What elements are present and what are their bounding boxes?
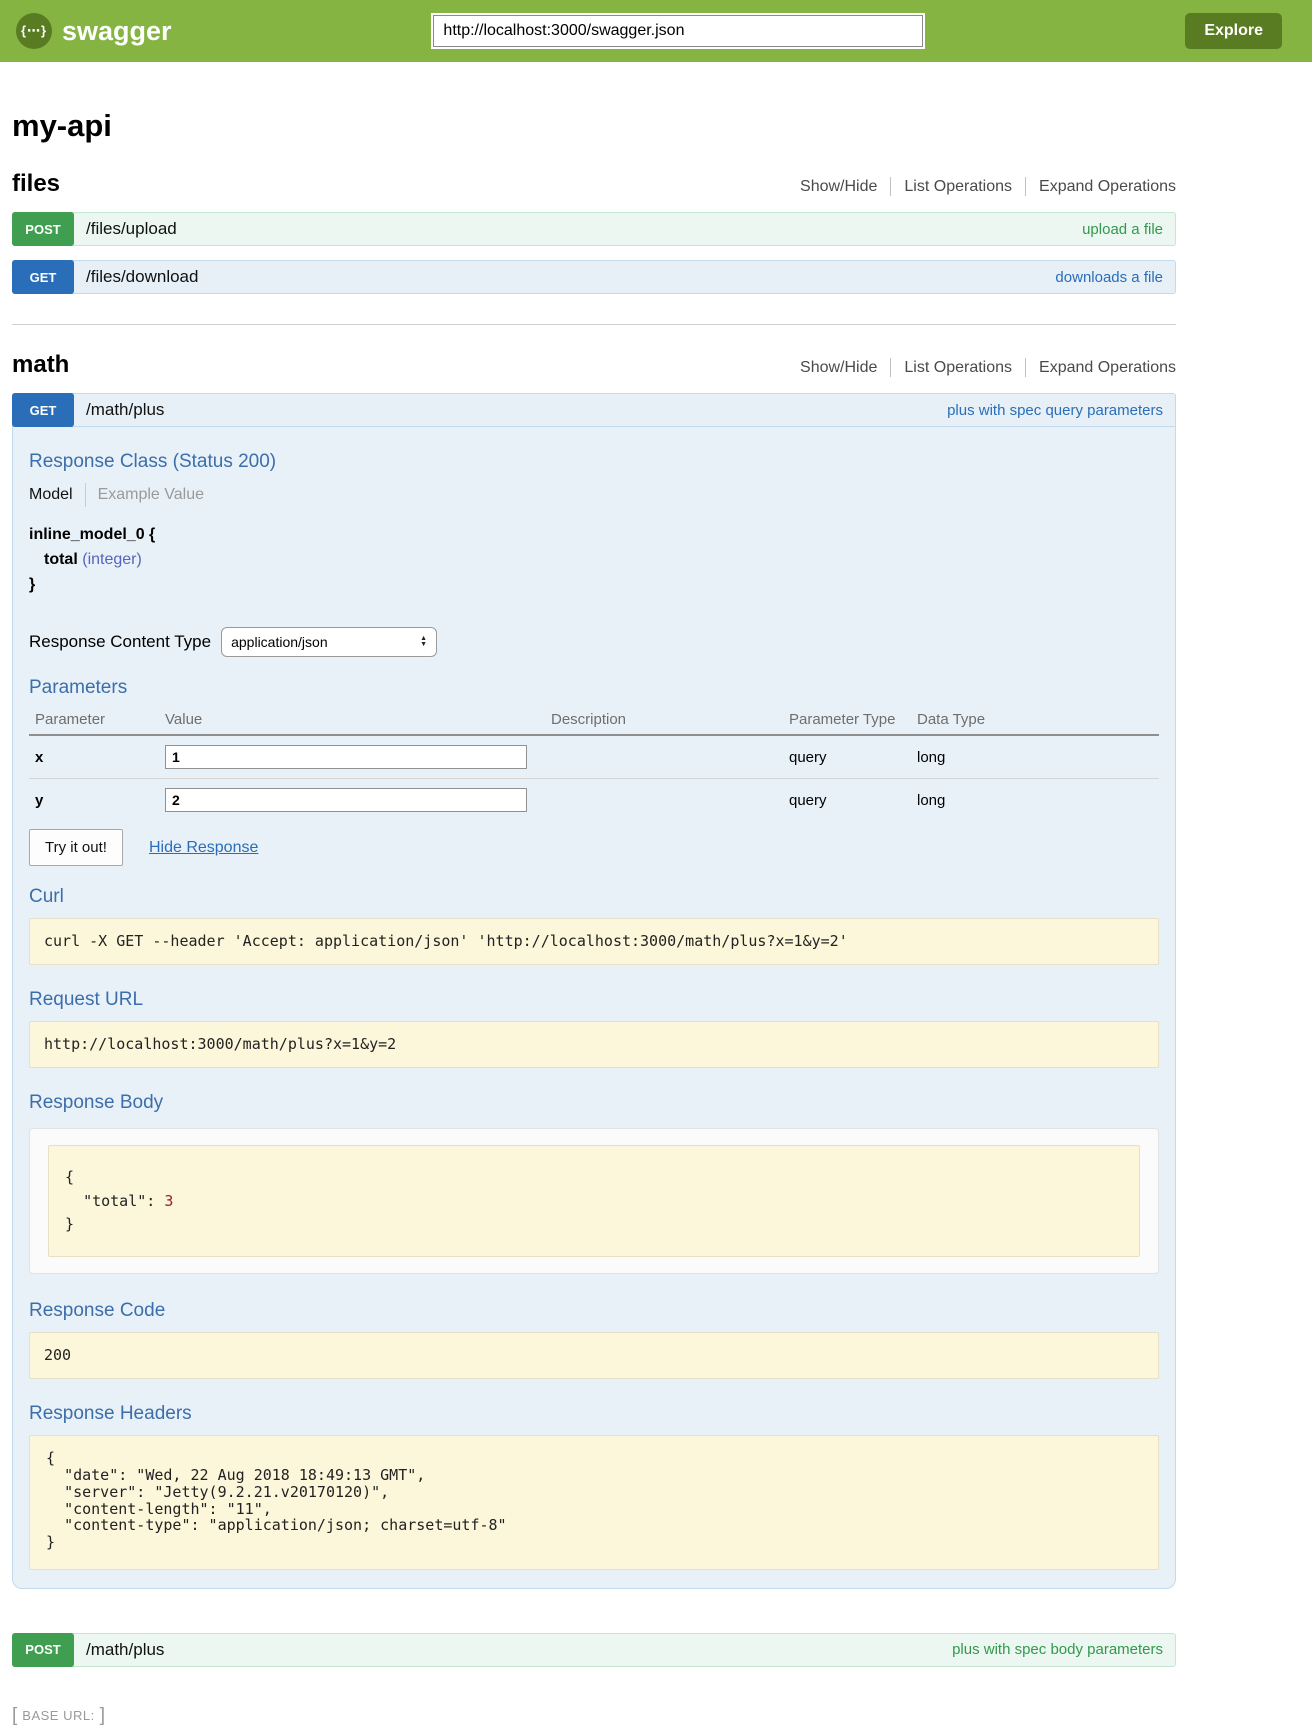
model-signature: inline_model_0 { total (integer) } [29, 523, 1159, 597]
response-body-code: { "total": 3 } [48, 1145, 1140, 1257]
get-method-badge: GET [12, 393, 74, 427]
model-close-brace: } [29, 573, 1159, 598]
math-expand-operations-link[interactable]: Expand Operations [1039, 359, 1176, 377]
property-type: (integer) [82, 551, 142, 568]
files-section-title: files [12, 170, 60, 198]
response-content-type-select[interactable]: application/json ▲▼ [221, 627, 437, 657]
col-parameter: Parameter [29, 703, 159, 735]
math-section-head: math Show/Hide List Operations Expand Op… [12, 351, 1176, 379]
parameter-y-input[interactable] [165, 788, 527, 812]
explore-button[interactable]: Explore [1185, 13, 1282, 49]
operation-detail-panel: Response Class (Status 200) Model Exampl… [12, 427, 1176, 1589]
request-url-heading: Request URL [29, 989, 1159, 1011]
selected-content-type: application/json [231, 634, 328, 650]
operation-row-post-math-plus[interactable]: POST /math/plus plus with spec body para… [12, 1633, 1176, 1667]
response-content-type-row: Response Content Type application/json ▲… [29, 627, 1159, 657]
table-row: x query long [29, 735, 1159, 779]
main-container: my-api files Show/Hide List Operations E… [12, 108, 1176, 1727]
parameters-heading: Parameters [29, 677, 1159, 699]
parameter-description [545, 735, 783, 779]
bracket-close: ] [100, 1705, 105, 1727]
tab-model[interactable]: Model [29, 486, 73, 504]
parameter-data-type: long [911, 735, 1159, 779]
operation-row-get-files-download[interactable]: GET /files/download downloads a file [12, 260, 1176, 294]
col-value: Value [159, 703, 545, 735]
response-body-number: 3 [164, 1192, 173, 1210]
parameter-name: x [29, 735, 159, 779]
response-body-wrap: { "total": 3 } [29, 1128, 1159, 1274]
operation-path: /math/plus [86, 400, 947, 420]
separator [890, 177, 891, 196]
spec-url-input[interactable] [433, 15, 923, 47]
model-property: total (integer) [29, 548, 1159, 573]
files-show-hide-link[interactable]: Show/Hide [800, 178, 877, 196]
response-headers-code: { "date": "Wed, 22 Aug 2018 18:49:13 GMT… [29, 1435, 1159, 1570]
topbar: {⋯} swagger Explore [0, 0, 1312, 62]
curl-command: curl -X GET --header 'Accept: applicatio… [29, 918, 1159, 965]
separator [85, 483, 86, 507]
parameter-type: query [783, 779, 911, 822]
parameter-data-type: long [911, 779, 1159, 822]
math-section-controls: Show/Hide List Operations Expand Operati… [800, 358, 1176, 379]
files-list-operations-link[interactable]: List Operations [904, 178, 1012, 196]
math-list-operations-link[interactable]: List Operations [904, 359, 1012, 377]
parameter-description [545, 779, 783, 822]
tab-example-value[interactable]: Example Value [98, 486, 204, 504]
operation-path: /files/download [86, 267, 1055, 287]
col-description: Description [545, 703, 783, 735]
bracket-open: [ [12, 1705, 17, 1727]
swagger-brand: {⋯} swagger [16, 13, 172, 49]
response-headers-heading: Response Headers [29, 1403, 1159, 1425]
operation-summary: upload a file [1082, 221, 1163, 238]
property-name: total [44, 551, 78, 568]
files-expand-operations-link[interactable]: Expand Operations [1039, 178, 1176, 196]
col-parameter-type: Parameter Type [783, 703, 911, 735]
base-url-label: BASE URL: [22, 1708, 94, 1723]
hide-response-link[interactable]: Hide Response [149, 839, 258, 857]
response-body-heading: Response Body [29, 1092, 1159, 1114]
resource-divider [12, 324, 1176, 325]
base-url-footer: [ BASE URL: ] [12, 1705, 1176, 1727]
page-title: my-api [12, 108, 1176, 144]
get-method-badge: GET [12, 260, 74, 294]
model-tabs: Model Example Value [29, 483, 1159, 507]
operation-row-post-files-upload[interactable]: POST /files/upload upload a file [12, 212, 1176, 246]
try-it-out-button[interactable]: Try it out! [29, 829, 123, 866]
operation-summary: plus with spec query parameters [947, 402, 1163, 419]
spec-url-wrap [172, 15, 1186, 47]
operation-summary: downloads a file [1055, 269, 1163, 286]
swagger-logo-icon: {⋯} [16, 13, 52, 49]
operation-path: /files/upload [86, 219, 1082, 239]
parameter-name: y [29, 779, 159, 822]
parameters-header-row: Parameter Value Description Parameter Ty… [29, 703, 1159, 735]
response-content-type-label: Response Content Type [29, 632, 211, 652]
parameter-x-input[interactable] [165, 745, 527, 769]
try-row: Try it out! Hide Response [29, 829, 1159, 866]
request-url-value: http://localhost:3000/math/plus?x=1&y=2 [29, 1021, 1159, 1068]
table-row: y query long [29, 779, 1159, 822]
post-method-badge: POST [12, 1633, 74, 1667]
operation-row-get-math-plus[interactable]: GET /math/plus plus with spec query para… [12, 393, 1176, 427]
math-show-hide-link[interactable]: Show/Hide [800, 359, 877, 377]
separator [1025, 177, 1026, 196]
post-method-badge: POST [12, 212, 74, 246]
col-data-type: Data Type [911, 703, 1159, 735]
response-class-heading: Response Class (Status 200) [29, 451, 1159, 473]
curl-heading: Curl [29, 886, 1159, 908]
model-name: inline_model_0 { [29, 523, 1159, 548]
operation-summary: plus with spec body parameters [952, 1641, 1163, 1658]
separator [890, 358, 891, 377]
response-code-value: 200 [29, 1332, 1159, 1379]
response-code-heading: Response Code [29, 1300, 1159, 1322]
files-section-head: files Show/Hide List Operations Expand O… [12, 170, 1176, 198]
parameters-table: Parameter Value Description Parameter Ty… [29, 703, 1159, 821]
files-section-controls: Show/Hide List Operations Expand Operati… [800, 177, 1176, 198]
parameter-type: query [783, 735, 911, 779]
operation-path: /math/plus [86, 1640, 952, 1660]
brand-name: swagger [62, 16, 172, 47]
separator [1025, 358, 1026, 377]
select-arrows-icon: ▲▼ [420, 636, 427, 648]
math-section-title: math [12, 351, 69, 379]
